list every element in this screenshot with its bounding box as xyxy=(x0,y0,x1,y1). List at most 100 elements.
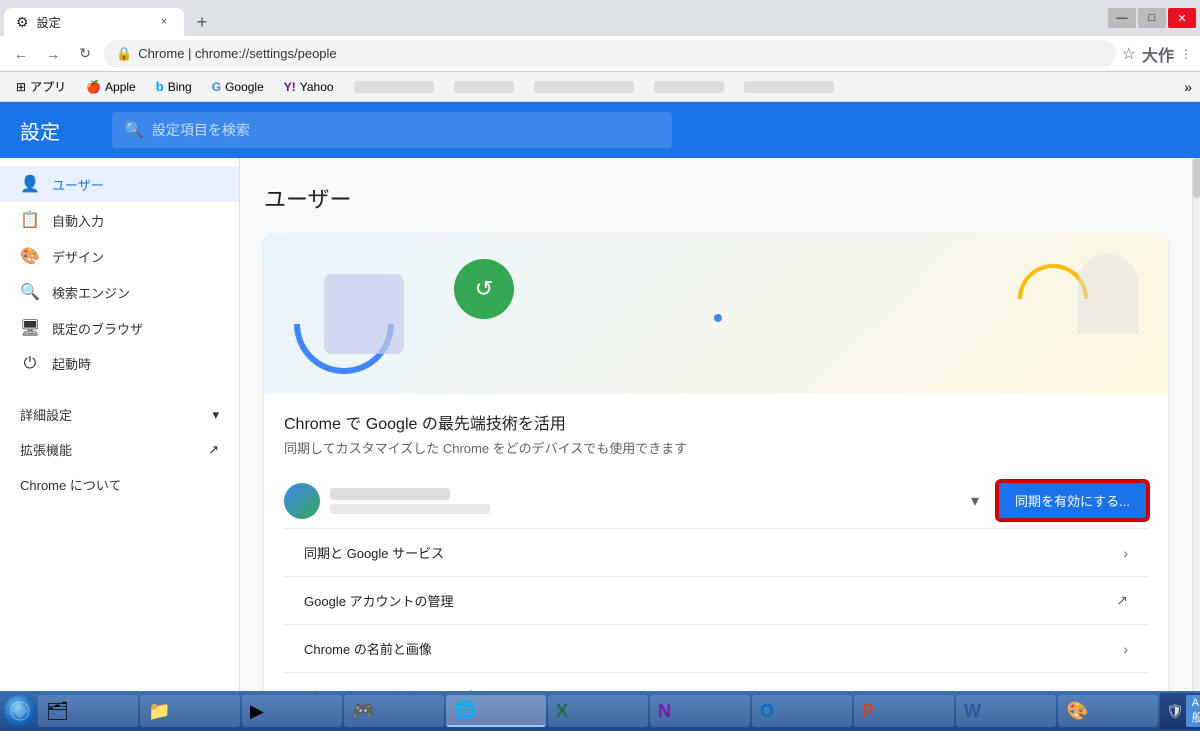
user-avatar xyxy=(284,483,320,519)
google-account-label: Google アカウントの管理 xyxy=(304,591,454,610)
search-engine-icon: 🔍 xyxy=(20,282,40,302)
sidebar-section-about[interactable]: Chrome について xyxy=(0,467,239,502)
reload-button[interactable]: ↻ xyxy=(72,41,98,67)
sync-services-chevron: › xyxy=(1123,545,1128,561)
hero-subtitle: 同期してカスタマイズした Chrome をどのデバイスでも使用できます xyxy=(284,438,1148,457)
taskbar-app-paint[interactable]: 🎨 xyxy=(1058,695,1158,727)
close-button[interactable]: ✕ xyxy=(1168,8,1196,28)
bookmark-bing[interactable]: b Bing xyxy=(148,77,200,96)
sidebar-users-label: ユーザー xyxy=(52,175,104,194)
taskbar-app-explorer[interactable]: 📁 xyxy=(140,695,240,727)
input-method-indicator[interactable]: A 般 xyxy=(1186,695,1200,727)
sync-enable-button[interactable]: 同期を有効にする... xyxy=(997,481,1148,520)
taskbar-app-chrome[interactable]: 🌐 xyxy=(446,695,546,727)
restore-button[interactable]: □ xyxy=(1138,8,1166,28)
start-button[interactable] xyxy=(4,691,36,731)
chrome-name-chevron: › xyxy=(1123,641,1128,657)
word-icon: W xyxy=(964,701,981,722)
menu-row-google-account[interactable]: Google アカウントの管理 ↗ xyxy=(284,577,1148,625)
sidebar-item-autofill[interactable]: 📋 自動入力 xyxy=(0,202,239,238)
bing-icon: b xyxy=(156,79,164,94)
taskbar-app-powerpoint[interactable]: P xyxy=(854,695,954,727)
taskbar-app-word[interactable]: W xyxy=(956,695,1056,727)
sidebar-advanced-label: 詳細設定 xyxy=(20,405,72,424)
sidebar-section-extensions[interactable]: 拡張機能 ↗ xyxy=(0,432,239,467)
apps-icon: ⊞ xyxy=(16,80,26,94)
user-account-row: ▾ 同期を有効にする... xyxy=(284,473,1148,529)
hero-dot-decoration xyxy=(714,314,722,322)
chrome-menu-button[interactable]: ⋮ xyxy=(1180,47,1192,61)
bookmark-blurred-3[interactable] xyxy=(526,79,642,95)
bookmark-blurred-4[interactable] xyxy=(646,79,732,95)
yahoo-icon: Y! xyxy=(284,80,296,94)
bookmark-blurred-2[interactable] xyxy=(446,79,522,95)
bookmark-google[interactable]: G Google xyxy=(204,78,272,96)
main-window: 👤 ユーザー 📋 自動入力 🎨 デザイン 🔍 検索エンジン 🖥 既定のブラウザ … xyxy=(0,158,1200,691)
bookmark-blurred-1[interactable] xyxy=(346,79,442,95)
address-menu-icon[interactable]: 大作 xyxy=(1142,42,1174,66)
content-area: ユーザー ↺ Chrome で Google の最先端技術を活用 同期してカスタ… xyxy=(240,158,1192,691)
settings-search-box[interactable]: 🔍 設定項目を検索 xyxy=(112,112,672,148)
profile-icon-area xyxy=(324,274,404,354)
tab-close-button[interactable]: × xyxy=(156,14,172,30)
hero-person-decoration xyxy=(1078,254,1138,334)
settings-header: 設定 🔍 設定項目を検索 xyxy=(0,102,1200,158)
taskbar-app-onenote[interactable]: N xyxy=(650,695,750,727)
taskbar-app-media[interactable]: ▶ xyxy=(242,695,342,727)
security-tray-icon: 🛡 xyxy=(1166,703,1184,720)
sidebar-item-users[interactable]: 👤 ユーザー xyxy=(0,166,239,202)
sidebar-default-browser-label: 既定のブラウザ xyxy=(52,319,143,338)
bookmark-google-label: Google xyxy=(225,80,264,94)
bookmark-yahoo-label: Yahoo xyxy=(300,80,334,94)
url-text: Chrome | chrome://settings/people xyxy=(138,46,336,61)
sidebar-section-advanced[interactable]: 詳細設定 ▾ xyxy=(0,397,239,432)
title-bar: ⚙ 設定 × + — □ ✕ xyxy=(0,0,1200,36)
taskbar-app-folder[interactable]: 🗂 xyxy=(38,695,138,727)
game-icon: 🎮 xyxy=(352,701,374,722)
bookmark-apps-label: アプリ xyxy=(30,78,66,95)
bookmarks-more-button[interactable]: » xyxy=(1184,79,1192,95)
sidebar-item-startup[interactable]: ⏻ 起動時 xyxy=(0,346,239,381)
hero-title: Chrome で Google の最先端技術を活用 xyxy=(284,410,1148,434)
tab-title: 設定 xyxy=(37,14,61,31)
bookmark-yahoo[interactable]: Y! Yahoo xyxy=(276,78,342,96)
forward-button[interactable]: → xyxy=(40,41,66,67)
sidebar-extensions-ext-icon: ↗ xyxy=(208,442,219,458)
default-browser-icon: 🖥 xyxy=(20,318,40,338)
chrome-taskbar-icon: 🌐 xyxy=(454,700,476,721)
sidebar-item-default-browser[interactable]: 🖥 既定のブラウザ xyxy=(0,310,239,346)
scrollbar-thumb[interactable] xyxy=(1193,158,1200,198)
bookmark-bing-label: Bing xyxy=(168,80,192,94)
settings-page-title: 設定 xyxy=(20,116,60,145)
menu-row-import[interactable]: ブックマークと設定のインポート › xyxy=(284,673,1148,691)
account-dropdown-icon[interactable]: ▾ xyxy=(971,491,979,511)
bookmark-apple[interactable]: 🍎 Apple xyxy=(78,78,144,96)
menu-row-sync-services[interactable]: 同期と Google サービス › xyxy=(284,529,1148,577)
outlook-icon: O xyxy=(760,701,774,722)
taskbar-app-outlook[interactable]: O xyxy=(752,695,852,727)
taskbar-app-game[interactable]: 🎮 xyxy=(344,695,444,727)
bookmarks-bar: ⊞ アプリ 🍎 Apple b Bing G Google Y! Yahoo » xyxy=(0,72,1200,102)
taskbar-right: 🛡 A 般 KANA 🔊 📶 🔋 ❓ 18:44 2019/11/20 xyxy=(1160,693,1200,729)
sidebar-startup-label: 起動時 xyxy=(52,354,91,373)
menu-row-chrome-name[interactable]: Chrome の名前と画像 › xyxy=(284,625,1148,673)
back-button[interactable]: ← xyxy=(8,41,34,67)
user-icon: 👤 xyxy=(20,174,40,194)
sidebar-extensions-label: 拡張機能 xyxy=(20,440,72,459)
system-tray[interactable]: 🛡 A 般 KANA 🔊 📶 🔋 ❓ xyxy=(1160,693,1200,729)
tab-area: ⚙ 設定 × + xyxy=(4,0,1108,36)
start-orb-icon xyxy=(4,695,36,727)
active-tab[interactable]: ⚙ 設定 × xyxy=(4,8,184,36)
bookmark-blurred-5[interactable] xyxy=(736,79,842,95)
bookmark-apple-label: Apple xyxy=(105,80,136,94)
minimize-button[interactable]: — xyxy=(1108,8,1136,28)
scrollbar-track[interactable] xyxy=(1192,158,1200,691)
url-bar[interactable]: 🔒 Chrome | chrome://settings/people xyxy=(104,40,1116,68)
new-tab-button[interactable]: + xyxy=(188,8,216,36)
taskbar-app-excel[interactable]: X xyxy=(548,695,648,727)
bookmark-apps[interactable]: ⊞ アプリ xyxy=(8,76,74,97)
sidebar-item-design[interactable]: 🎨 デザイン xyxy=(0,238,239,274)
bookmark-star-icon[interactable]: ☆ xyxy=(1122,44,1136,64)
sidebar-item-search-engine[interactable]: 🔍 検索エンジン xyxy=(0,274,239,310)
excel-icon: X xyxy=(556,701,568,722)
